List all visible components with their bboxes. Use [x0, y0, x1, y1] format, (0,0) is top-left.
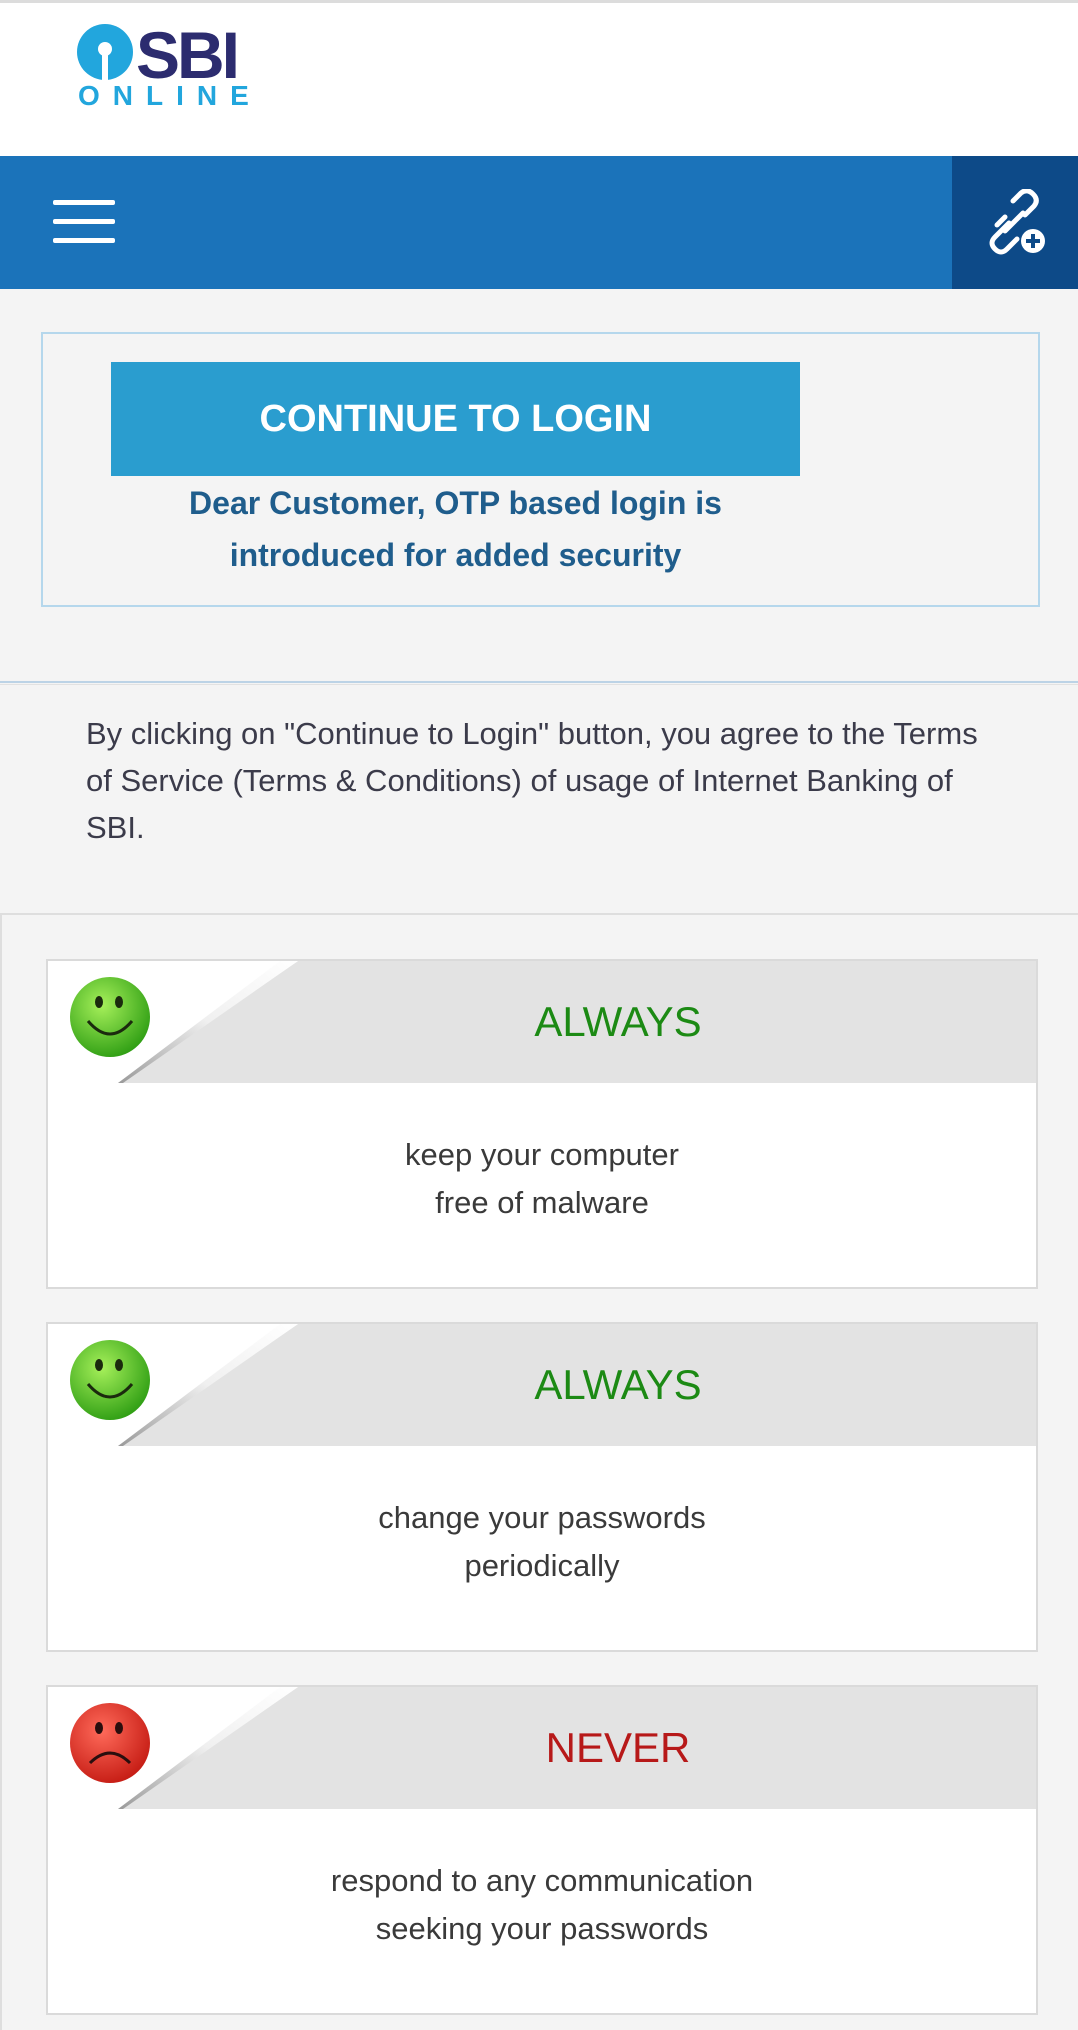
otp-notice-text: Dear Customer, OTP based login is introd…: [189, 485, 722, 573]
terms-of-service-text: By clicking on "Continue to Login" butto…: [86, 716, 978, 845]
tip-line-1: keep your computer: [405, 1137, 679, 1172]
link-add-icon: [989, 189, 1045, 255]
tip-line-1: respond to any communication: [330, 1863, 754, 1898]
tip-line-2: free of malware: [435, 1185, 649, 1220]
sbi-online-logo[interactable]: SBI ONLINE: [76, 19, 249, 115]
tip-line-2: seeking your passwords: [375, 1911, 709, 1946]
tip-line-2: periodically: [464, 1548, 620, 1583]
tip-card: ALWAYS keep your computer free of malwar…: [46, 959, 1038, 1289]
happy-face-icon: [70, 1340, 150, 1420]
site-header: SBI ONLINE: [0, 3, 1078, 156]
tip-card-body: respond to any communication seeking you…: [48, 1857, 1036, 1953]
tip-card-title: ALWAYS: [534, 998, 702, 1045]
tip-card: NEVER respond to any communication seeki…: [46, 1685, 1038, 2015]
security-tips-section: ALWAYS keep your computer free of malwar…: [0, 913, 1078, 2030]
hamburger-menu-icon[interactable]: [53, 200, 117, 244]
tip-card-header: NEVER: [48, 1687, 1036, 1809]
tip-card-body: keep your computer free of malware: [48, 1131, 1036, 1227]
quick-links-button[interactable]: [952, 156, 1078, 289]
tip-card-header: ALWAYS: [48, 1324, 1036, 1446]
tip-card-title: ALWAYS: [534, 1361, 702, 1408]
logo-sub-text: ONLINE: [78, 80, 262, 111]
section-divider: [0, 681, 1078, 685]
tip-card: ALWAYS change your passwords periodicall…: [46, 1322, 1038, 1652]
tip-card-header: ALWAYS: [48, 961, 1036, 1083]
tip-card-title: NEVER: [545, 1724, 691, 1771]
continue-to-login-button[interactable]: CONTINUE TO LOGIN: [111, 362, 800, 476]
tip-line-1: change your passwords: [378, 1500, 706, 1535]
login-panel: CONTINUE TO LOGIN Dear Customer, OTP bas…: [41, 332, 1040, 607]
sbi-logo-mark-icon: [77, 24, 133, 81]
tip-card-body: change your passwords periodically: [48, 1494, 1036, 1590]
navigation-bar: [0, 156, 1078, 289]
happy-face-icon: [70, 977, 150, 1057]
sad-face-icon: [70, 1703, 150, 1783]
